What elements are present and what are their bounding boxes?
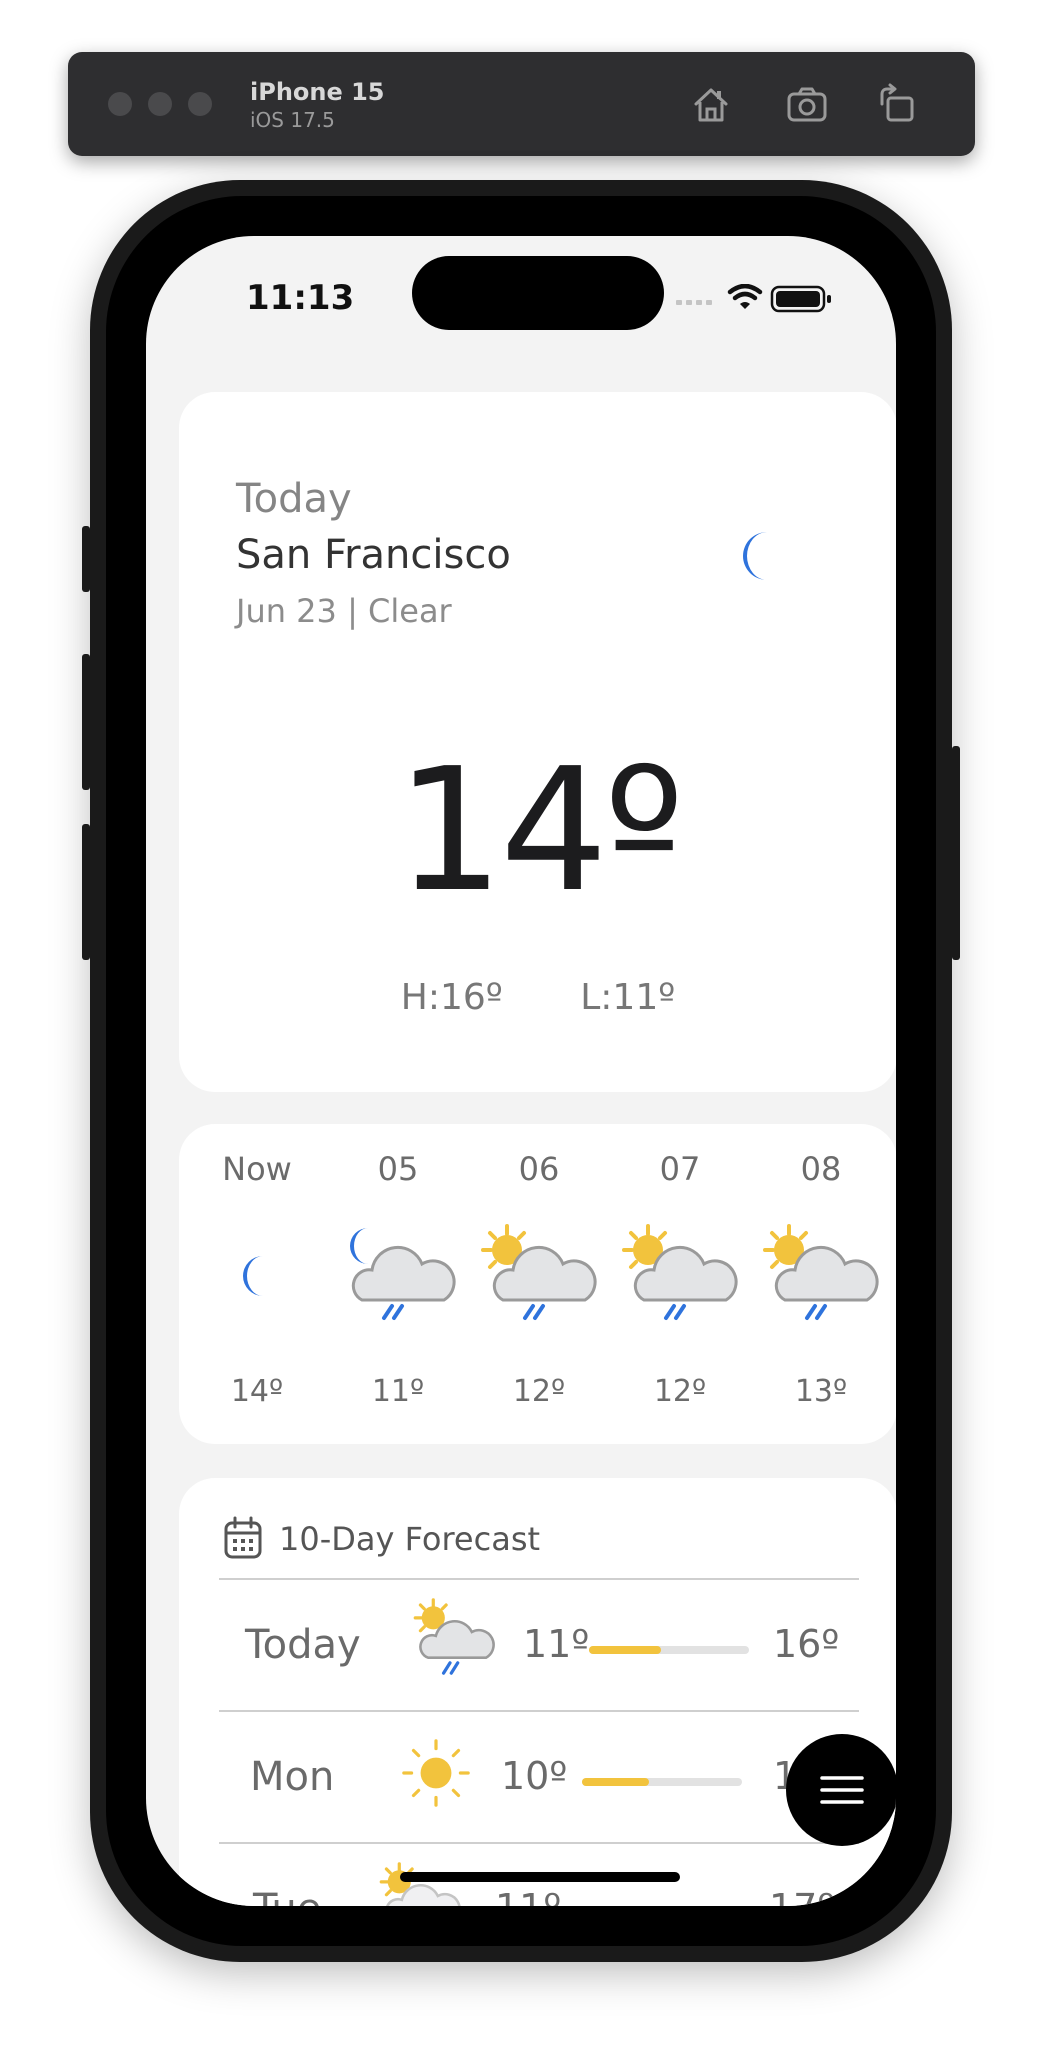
temp-range-fill <box>582 1778 650 1786</box>
window-zoom-dot[interactable] <box>188 92 212 116</box>
hour-item[interactable]: 06 12º <box>469 1124 609 1444</box>
current-temperature: 14º <box>395 732 684 930</box>
hour-item[interactable]: 07 12º <box>610 1124 750 1444</box>
divider <box>219 1842 859 1844</box>
day-high: 16º <box>773 1622 840 1666</box>
wifi-icon <box>727 284 763 309</box>
status-time: 11:13 <box>246 278 355 318</box>
day-name: Today <box>245 1622 361 1668</box>
day-high: 17º <box>769 1886 835 1906</box>
hour-temp: 14º <box>230 1374 284 1409</box>
day-name: Tue <box>253 1886 321 1906</box>
volume-up-button <box>82 654 90 790</box>
high-low: H:16º L:11º <box>179 977 896 1018</box>
rotate-icon[interactable] <box>874 82 920 128</box>
phone-bezel: 11:13 Today San Francisco Jun 23 | Clear… <box>106 196 936 1946</box>
phone-screen: 11:13 Today San Francisco Jun 23 | Clear… <box>146 236 896 1906</box>
hour-label: 07 <box>659 1150 701 1188</box>
city-name: San Francisco <box>236 532 511 578</box>
period-label: Today <box>236 476 352 522</box>
forecast-title: 10-Day Forecast <box>279 1520 541 1558</box>
forecast-row[interactable]: Today 11º 16º <box>179 1582 896 1702</box>
dynamic-island <box>412 256 664 330</box>
screenshot-icon[interactable] <box>784 82 830 128</box>
hour-temp: 11º <box>371 1374 425 1409</box>
window-close-dot[interactable] <box>108 92 132 116</box>
os-version: iOS 17.5 <box>250 108 335 132</box>
calendar-icon <box>224 1516 262 1559</box>
hour-label: Now <box>222 1150 292 1188</box>
hour-label: 06 <box>518 1150 560 1188</box>
hour-label: 08 <box>800 1150 842 1188</box>
moon-icon <box>243 1256 263 1296</box>
volume-down-button <box>82 824 90 960</box>
sun-cloud-rain-icon <box>763 1224 879 1320</box>
sun-cloud-rain-icon <box>622 1224 738 1320</box>
moon-icon <box>743 532 767 580</box>
moon-cloud-rain-icon <box>350 1228 456 1320</box>
date-condition: Jun 23 | Clear <box>236 592 452 630</box>
hour-item[interactable]: 05 11º <box>328 1124 468 1444</box>
sun-cloud-icon <box>379 1862 461 1906</box>
menu-button[interactable] <box>786 1734 896 1846</box>
ten-day-forecast-card[interactable]: 10-Day Forecast Today 11º 16º Mon 10º <box>179 1478 896 1906</box>
action-button <box>82 526 90 592</box>
day-name: Mon <box>250 1754 335 1800</box>
window-minimize-dot[interactable] <box>148 92 172 116</box>
divider <box>219 1710 859 1712</box>
signal-icon <box>676 300 712 305</box>
low-temp: L:11º <box>580 977 676 1018</box>
home-indicator[interactable] <box>400 1872 680 1882</box>
hour-item[interactable]: 08 13º <box>751 1124 891 1444</box>
day-low: 11º <box>523 1622 590 1666</box>
power-button <box>952 746 960 960</box>
hour-item[interactable]: Now 14º <box>187 1124 327 1444</box>
temp-range-fill <box>589 1646 661 1654</box>
current-weather-card[interactable]: Today San Francisco Jun 23 | Clear 14º H… <box>179 392 896 1092</box>
device-name: iPhone 15 <box>250 78 385 106</box>
sun-icon <box>402 1739 470 1807</box>
temp-range-bar <box>589 1646 749 1654</box>
hourly-forecast-card[interactable]: Now 14º 05 11º 06 12º 07 12º 08 13º <box>179 1124 896 1444</box>
hour-temp: 12º <box>653 1374 707 1409</box>
day-low: 10º <box>501 1754 568 1798</box>
high-temp: H:16º <box>400 977 503 1018</box>
battery-icon <box>770 285 831 313</box>
divider <box>219 1578 859 1580</box>
sun-cloud-rain-icon <box>481 1224 597 1320</box>
home-icon[interactable] <box>688 82 734 128</box>
iphone-frame: 11:13 Today San Francisco Jun 23 | Clear… <box>82 180 960 1962</box>
status-icons <box>676 284 831 313</box>
simulator-toolbar: iPhone 15 iOS 17.5 <box>68 52 975 156</box>
hour-temp: 13º <box>794 1374 848 1409</box>
menu-icon <box>820 1776 864 1804</box>
hour-label: 05 <box>377 1150 419 1188</box>
day-low: 11º <box>495 1886 561 1906</box>
hour-temp: 12º <box>512 1374 566 1409</box>
sun-cloud-rain-icon <box>413 1598 495 1675</box>
temp-range-bar <box>582 1778 742 1786</box>
